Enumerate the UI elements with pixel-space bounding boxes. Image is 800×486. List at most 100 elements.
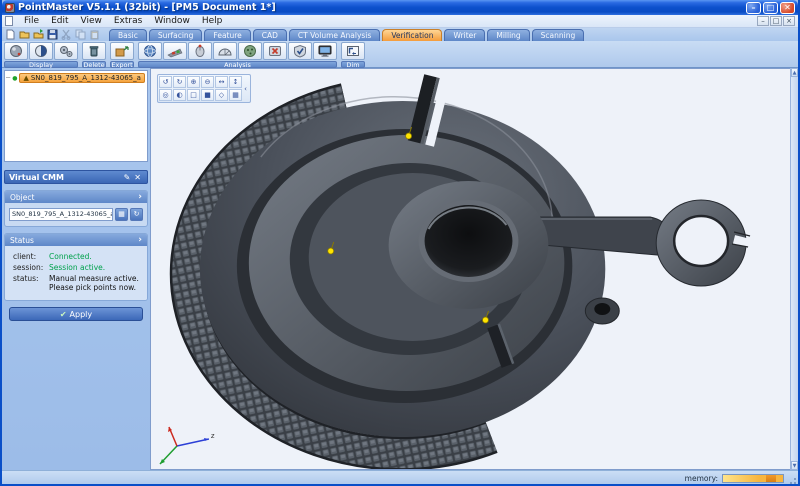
open-file-button[interactable] (18, 29, 31, 41)
paste-button[interactable] (88, 29, 101, 41)
open-folder-icon (19, 31, 30, 39)
view-rotate-left-button[interactable]: ↺ (159, 76, 172, 88)
dim-button[interactable] (341, 42, 365, 60)
scene-tree[interactable]: ─ ● ▲ SN0_819_795_A_1312-43065_a (4, 70, 148, 162)
tab-writer[interactable]: Writer (444, 29, 486, 41)
save-button[interactable] (46, 29, 59, 41)
toolbar-group-label-analysis: Analysis (138, 61, 337, 69)
mdi-minimize-button[interactable]: – (757, 16, 769, 26)
menu-bar: File Edit View Extras Window Help – □ × (2, 15, 798, 28)
view-isometric-button[interactable]: ◇ (215, 89, 228, 101)
analysis-deviation-button[interactable] (163, 42, 187, 60)
display-shaded-button[interactable] (4, 42, 28, 60)
tab-surfacing[interactable]: Surfacing (148, 29, 203, 41)
display-settings-button[interactable] (54, 42, 78, 60)
status-key: session: (13, 263, 44, 272)
menu-extras[interactable]: Extras (108, 16, 148, 26)
globe-icon (144, 45, 156, 57)
view-grid-button[interactable]: ▦ (229, 89, 242, 101)
view-zoom-out-button[interactable]: ⊖ (201, 76, 214, 88)
display-halftone-button[interactable] (29, 42, 53, 60)
tab-verification[interactable]: Verification (382, 29, 443, 41)
tab-feature[interactable]: Feature (204, 29, 251, 41)
hub-hole (424, 205, 513, 277)
tree-node-dot-icon: ● (12, 74, 18, 82)
copy-button[interactable] (74, 29, 87, 41)
status-bar: memory: (2, 470, 798, 484)
close-button[interactable]: ✕ (780, 1, 795, 14)
half-sphere-icon (35, 45, 47, 57)
analysis-reject-button[interactable] (263, 42, 287, 60)
virtual-cmm-title: Virtual CMM (9, 172, 64, 182)
vertical-scrollbar[interactable]: ▲ ▼ (790, 68, 798, 470)
warning-triangle-icon: ▲ (23, 74, 29, 82)
view-solid-button[interactable]: ■ (201, 89, 214, 101)
analysis-probe-button[interactable] (188, 42, 212, 60)
toolbar-collapse-icon[interactable]: ‹ (242, 76, 249, 101)
cut-button[interactable] (60, 29, 73, 41)
tab-cad[interactable]: CAD (252, 29, 287, 41)
view-wireframe-button[interactable]: □ (187, 89, 200, 101)
apply-button[interactable]: ✔ Apply (9, 307, 143, 321)
new-document-button[interactable] (4, 29, 17, 41)
menu-edit[interactable]: Edit (45, 16, 74, 26)
view-zoom-in-button[interactable]: ⊕ (187, 76, 200, 88)
view-shading-button[interactable]: ◐ (173, 89, 186, 101)
title-bar: PointMaster V5.1.1 (32bit) - [PM5 Docume… (2, 0, 798, 15)
status-section: Status › client: Connected. session: Ses… (4, 233, 148, 301)
status-value: Session active. (49, 263, 106, 272)
analysis-snapshot-button[interactable] (313, 42, 337, 60)
analysis-protractor-button[interactable] (213, 42, 237, 60)
scroll-down-icon[interactable]: ▼ (791, 461, 798, 470)
status-section-header[interactable]: Status › (5, 234, 147, 246)
object-browse-button[interactable]: ▦ (115, 208, 128, 221)
cut-scissors-icon (61, 29, 71, 40)
view-pan-horizontal-button[interactable]: ↔ (215, 76, 228, 88)
model-3d-view[interactable]: z (151, 69, 790, 469)
analysis-accept-button[interactable] (288, 42, 312, 60)
boss-hole (594, 303, 611, 315)
view-target-button[interactable]: ◎ (159, 89, 172, 101)
object-section-header[interactable]: Object › (5, 191, 147, 203)
menu-window[interactable]: Window (148, 16, 196, 26)
menu-file[interactable]: File (18, 16, 45, 26)
menu-help[interactable]: Help (196, 16, 229, 26)
tab-milling[interactable]: Milling (487, 29, 530, 41)
panel-pin-icon[interactable]: ✎ (122, 173, 133, 182)
menu-view[interactable]: View (75, 16, 108, 26)
viewport-3d[interactable]: ↺ ↻ ⊕ ⊖ ↔ ↕ ◎ ◐ □ ■ ◇ ▦ ‹ z (150, 68, 790, 470)
object-refresh-button[interactable]: ↻ (130, 208, 143, 221)
restore-button[interactable]: □ (763, 1, 778, 14)
tree-selected-item[interactable]: ▲ SN0_819_795_A_1312-43065_a (19, 73, 145, 83)
toolbar-group-delete: Delete (82, 42, 106, 69)
toolbar-group-label-export: Export (110, 61, 134, 69)
mdi-close-button[interactable]: × (783, 16, 795, 26)
import-button[interactable] (32, 29, 45, 41)
analysis-mesh-button[interactable] (238, 42, 262, 60)
toolbar-group-label-display: Display (4, 61, 78, 69)
object-combobox[interactable]: SN0_819_795_A_1312-43065_a (9, 208, 113, 221)
view-rotate-right-button[interactable]: ↻ (173, 76, 186, 88)
minimize-button[interactable]: – (746, 1, 761, 14)
tree-branch-line: ─ (6, 74, 11, 82)
window-title: PointMaster V5.1.1 (32bit) - [PM5 Docume… (18, 2, 276, 13)
view-pan-vertical-button[interactable]: ↕ (229, 76, 242, 88)
scroll-up-icon[interactable]: ▲ (791, 68, 798, 77)
main-area: ─ ● ▲ SN0_819_795_A_1312-43065_a Virtual… (2, 68, 798, 470)
panel-close-icon[interactable]: ✕ (132, 173, 143, 182)
tab-ct-volume-analysis[interactable]: CT Volume Analysis (288, 29, 381, 41)
new-document-icon (6, 29, 15, 40)
resize-grip[interactable] (788, 476, 797, 484)
protractor-icon (218, 48, 232, 56)
mdi-restore-button[interactable]: □ (770, 16, 782, 26)
toolbar-group-analysis: Analysis (138, 42, 337, 69)
analysis-globe-button[interactable] (138, 42, 162, 60)
object-section-label: Object (10, 192, 35, 202)
deviation-wedge-icon (167, 48, 183, 58)
tab-basic[interactable]: Basic (109, 29, 147, 41)
status-row-session: session: Session active. (13, 263, 139, 272)
apply-button-label: Apply (69, 309, 93, 319)
export-button[interactable] (110, 42, 134, 60)
tab-scanning[interactable]: Scanning (531, 29, 585, 41)
delete-button[interactable] (82, 42, 106, 60)
